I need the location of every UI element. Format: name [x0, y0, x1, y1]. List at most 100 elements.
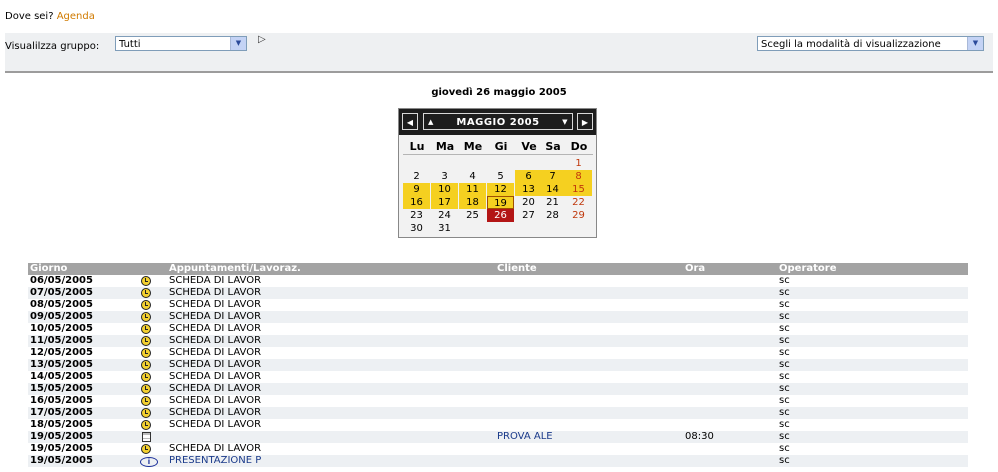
cell-operator: sc	[779, 443, 790, 454]
calendar-day[interactable]: 2	[403, 170, 430, 183]
cell-appointment[interactable]: SCHEDA DI LAVOR	[169, 347, 261, 359]
header-time: Ora	[685, 263, 706, 274]
cell-appointment[interactable]: SCHEDA DI LAVOR	[169, 443, 261, 455]
clock-icon[interactable]	[141, 288, 151, 298]
calendar-day[interactable]: 28	[539, 209, 566, 222]
calendar-day[interactable]: 20	[515, 196, 542, 209]
clock-icon[interactable]	[141, 312, 151, 322]
next-month-button[interactable]: ▶	[577, 113, 593, 130]
calendar-day[interactable]: 3	[431, 170, 458, 183]
cell-appointment[interactable]: SCHEDA DI LAVOR	[169, 383, 261, 395]
cell-appointment[interactable]: SCHEDA DI LAVOR	[169, 371, 261, 383]
calendar-day[interactable]: 8	[565, 170, 592, 183]
cell-appointment[interactable]: SCHEDA DI LAVOR	[169, 275, 261, 287]
clock-icon[interactable]	[141, 324, 151, 334]
weekday-divider	[403, 154, 593, 155]
table-row: 12/05/2005 SCHEDA DI LAVOR sc	[28, 347, 968, 359]
calendar-day[interactable]: 25	[459, 209, 486, 222]
cell-day: 18/05/2005	[30, 419, 93, 430]
chevron-down-icon[interactable]: ▼	[967, 37, 983, 50]
calendar-day-today[interactable]: 26	[487, 209, 514, 222]
calendar-day[interactable]: 5	[487, 170, 514, 183]
cell-appointment[interactable]: SCHEDA DI LAVOR	[169, 311, 261, 323]
calendar-day[interactable]: 17	[431, 196, 458, 209]
month-selector[interactable]: ▲ MAGGIO 2005 ▼	[423, 113, 573, 130]
calendar-day[interactable]: 27	[515, 209, 542, 222]
cell-day: 15/05/2005	[30, 383, 93, 394]
clock-icon[interactable]	[141, 396, 151, 406]
chevron-down-icon[interactable]: ▼	[230, 37, 246, 50]
cell-operator: sc	[779, 383, 790, 394]
clock-icon[interactable]	[141, 348, 151, 358]
calendar-day[interactable]: 9	[403, 183, 430, 196]
cell-appointment[interactable]: SCHEDA DI LAVOR	[169, 335, 261, 347]
calendar-day[interactable]: 19	[487, 196, 514, 209]
clock-icon[interactable]	[141, 372, 151, 382]
calendar-day[interactable]: 11	[459, 183, 486, 196]
info-icon[interactable]: i	[140, 457, 158, 467]
calendar-day[interactable]: 24	[431, 209, 458, 222]
calendar-day[interactable]: 10	[431, 183, 458, 196]
go-arrow-icon[interactable]: ▷	[258, 34, 266, 45]
calendar-day[interactable]: 21	[539, 196, 566, 209]
cell-appointment[interactable]: SCHEDA DI LAVOR	[169, 395, 261, 407]
calendar-day[interactable]: 23	[403, 209, 430, 222]
clock-icon[interactable]	[141, 384, 151, 394]
table-row: 19/05/2005 i PRESENTAZIONE P sc	[28, 455, 968, 467]
clock-icon[interactable]	[141, 408, 151, 418]
cell-day: 07/05/2005	[30, 287, 93, 298]
cell-appointment[interactable]: PRESENTAZIONE P	[169, 455, 261, 467]
calendar-day[interactable]: 14	[539, 183, 566, 196]
prev-month-button[interactable]: ◀	[402, 113, 418, 130]
calendar-day[interactable]: 6	[515, 170, 542, 183]
clock-icon[interactable]	[141, 420, 151, 430]
cell-appointment[interactable]: SCHEDA DI LAVOR	[169, 407, 261, 419]
group-label: Visualilzza gruppo:	[5, 41, 100, 52]
clock-icon[interactable]	[141, 360, 151, 370]
cell-appointment[interactable]: SCHEDA DI LAVOR	[169, 299, 261, 311]
calendar-day[interactable]: 7	[539, 170, 566, 183]
cell-day: 06/05/2005	[30, 275, 93, 286]
calendar-day[interactable]: 22	[565, 196, 592, 209]
date-heading: giovedì 26 maggio 2005	[431, 87, 567, 98]
weekday-label: Sa	[545, 140, 561, 153]
cell-operator: sc	[779, 455, 790, 466]
cell-appointment[interactable]: SCHEDA DI LAVOR	[169, 359, 261, 371]
cell-operator: sc	[779, 275, 790, 286]
calendar-day[interactable]: 30	[403, 222, 430, 235]
calendar-day[interactable]: 13	[515, 183, 542, 196]
header-appointment: Appuntamenti/Lavoraz.	[169, 263, 301, 274]
cell-day: 19/05/2005	[30, 431, 93, 442]
calendar-day[interactable]: 12	[487, 183, 514, 196]
note-icon[interactable]	[141, 432, 151, 442]
header-day: Giorno	[30, 263, 68, 274]
group-select[interactable]: Tutti ▼	[115, 36, 247, 51]
up-arrow-icon[interactable]: ▲	[428, 114, 434, 131]
calendar-day[interactable]: 16	[403, 196, 430, 209]
table-row: 10/05/2005 SCHEDA DI LAVOR sc	[28, 323, 968, 335]
calendar-day[interactable]: 15	[565, 183, 592, 196]
breadcrumb-current-link[interactable]: Agenda	[57, 11, 95, 22]
cell-client[interactable]: PROVA ALE	[497, 431, 553, 443]
table-body: 06/05/2005 SCHEDA DI LAVOR sc 07/05/2005 SCH…	[28, 275, 968, 467]
cell-appointment[interactable]: SCHEDA DI LAVOR	[169, 323, 261, 335]
calendar-day[interactable]: 29	[565, 209, 592, 222]
calendar-day[interactable]: 31	[431, 222, 458, 235]
cell-appointment[interactable]: SCHEDA DI LAVOR	[169, 287, 261, 299]
cell-day: 19/05/2005	[30, 443, 93, 454]
cell-operator: sc	[779, 359, 790, 370]
calendar-day[interactable]: 4	[459, 170, 486, 183]
table-row: 07/05/2005 SCHEDA DI LAVOR sc	[28, 287, 968, 299]
calendar-day[interactable]: 18	[459, 196, 486, 209]
clock-icon[interactable]	[141, 444, 151, 454]
table-row: 11/05/2005 SCHEDA DI LAVOR sc	[28, 335, 968, 347]
down-arrow-icon[interactable]: ▼	[562, 114, 568, 131]
clock-icon[interactable]	[141, 336, 151, 346]
clock-icon[interactable]	[141, 300, 151, 310]
calendar-day[interactable]: 1	[565, 157, 592, 170]
clock-icon[interactable]	[141, 276, 151, 286]
view-mode-select[interactable]: Scegli la modalità di visualizzazione ▼	[757, 36, 984, 51]
view-mode-select-value: Scegli la modalità di visualizzazione	[761, 39, 941, 50]
breadcrumb: Dove sei? Agenda	[5, 11, 95, 22]
cell-appointment[interactable]: SCHEDA DI LAVOR	[169, 419, 261, 431]
